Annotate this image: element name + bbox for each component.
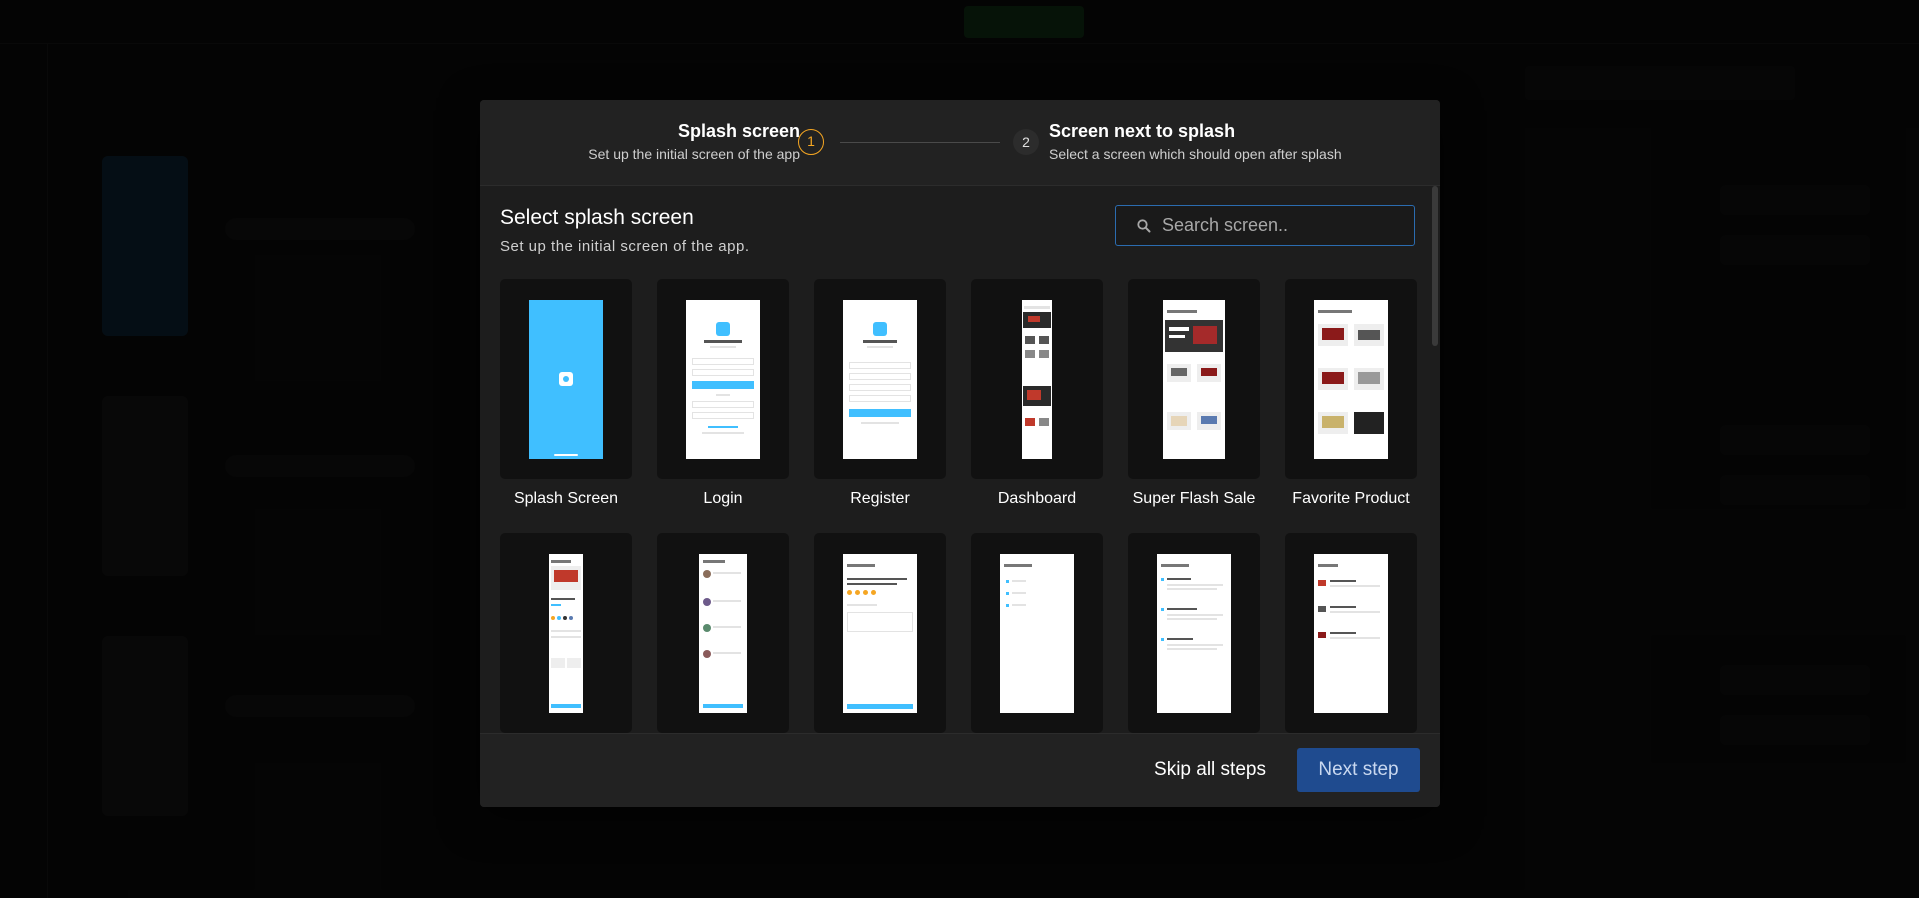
screen-card-login[interactable]: Login: [657, 279, 789, 508]
screen-preview: [971, 279, 1103, 479]
screen-card[interactable]: [500, 533, 632, 733]
search-icon: [1137, 219, 1151, 233]
screen-preview: [657, 279, 789, 479]
screen-preview: [814, 533, 946, 733]
screen-card-dashboard[interactable]: Dashboard: [971, 279, 1103, 508]
write-review-preview: [843, 554, 917, 713]
screen-preview: [1128, 279, 1260, 479]
screen-card[interactable]: [814, 533, 946, 733]
notification-preview: [1000, 554, 1074, 713]
step-2-title: Screen next to splash: [1049, 121, 1236, 141]
screen-preview: [814, 279, 946, 479]
screen-card[interactable]: [971, 533, 1103, 733]
screen-card[interactable]: [1128, 533, 1260, 733]
step-connector: [840, 142, 1000, 143]
screen-card-splash[interactable]: Splash Screen: [500, 279, 632, 508]
screen-card[interactable]: [1285, 533, 1417, 733]
search-box: [1115, 205, 1415, 246]
step-2: Screen next to splash Select a screen wh…: [1049, 120, 1342, 164]
step-1-number: 1: [798, 129, 824, 155]
favorite-preview: [1314, 300, 1388, 459]
next-step-button[interactable]: Next step: [1297, 748, 1420, 792]
splash-setup-modal: Splash screen Set up the initial screen …: [480, 100, 1440, 807]
modal-content: Select splash screen Set up the initial …: [480, 186, 1440, 733]
login-preview: [686, 300, 760, 459]
skip-all-steps-button[interactable]: Skip all steps: [1145, 748, 1275, 792]
section-subtitle: Set up the initial screen of the app.: [500, 238, 750, 255]
screen-preview: [657, 533, 789, 733]
screen-label: Login: [703, 490, 743, 507]
step-1: Splash screen Set up the initial screen …: [588, 120, 800, 164]
screen-label: Super Flash Sale: [1132, 490, 1256, 507]
screen-preview: [500, 533, 632, 733]
step-1-subtitle: Set up the initial screen of the app: [588, 146, 800, 162]
screen-preview: [500, 279, 632, 479]
modal-footer: Skip all steps Next step: [480, 733, 1440, 807]
search-input[interactable]: [1162, 206, 1402, 244]
splash-preview: [529, 300, 603, 459]
scrollbar[interactable]: [1432, 186, 1438, 346]
screen-label: Favorite Product: [1292, 490, 1410, 507]
section-title: Select splash screen: [500, 206, 694, 229]
step-2-number: 2: [1013, 129, 1039, 155]
screen-label: Dashboard: [997, 490, 1077, 507]
screen-card-super-flash-sale[interactable]: Super Flash Sale: [1128, 279, 1260, 508]
step-2-subtitle: Select a screen which should open after …: [1049, 146, 1342, 162]
product-detail-preview: [549, 554, 583, 713]
screen-preview: [971, 533, 1103, 733]
reviews-preview: [699, 554, 747, 713]
screen-card-register[interactable]: Register: [814, 279, 946, 508]
screen-label: Splash Screen: [513, 490, 619, 507]
dashboard-preview: [1022, 300, 1052, 459]
screen-label: Register: [850, 490, 910, 507]
screen-preview: [1128, 533, 1260, 733]
notification-feed-preview: [1157, 554, 1231, 713]
offer-preview: [1314, 554, 1388, 713]
screen-preview: [1285, 533, 1417, 733]
screen-card[interactable]: [657, 533, 789, 733]
screen-card-favorite-product[interactable]: Favorite Product: [1285, 279, 1417, 508]
flash-sale-preview: [1163, 300, 1225, 459]
register-preview: [843, 300, 917, 459]
screen-preview: [1285, 279, 1417, 479]
step-1-title: Splash screen: [677, 121, 800, 141]
stepper: Splash screen Set up the initial screen …: [480, 100, 1440, 186]
